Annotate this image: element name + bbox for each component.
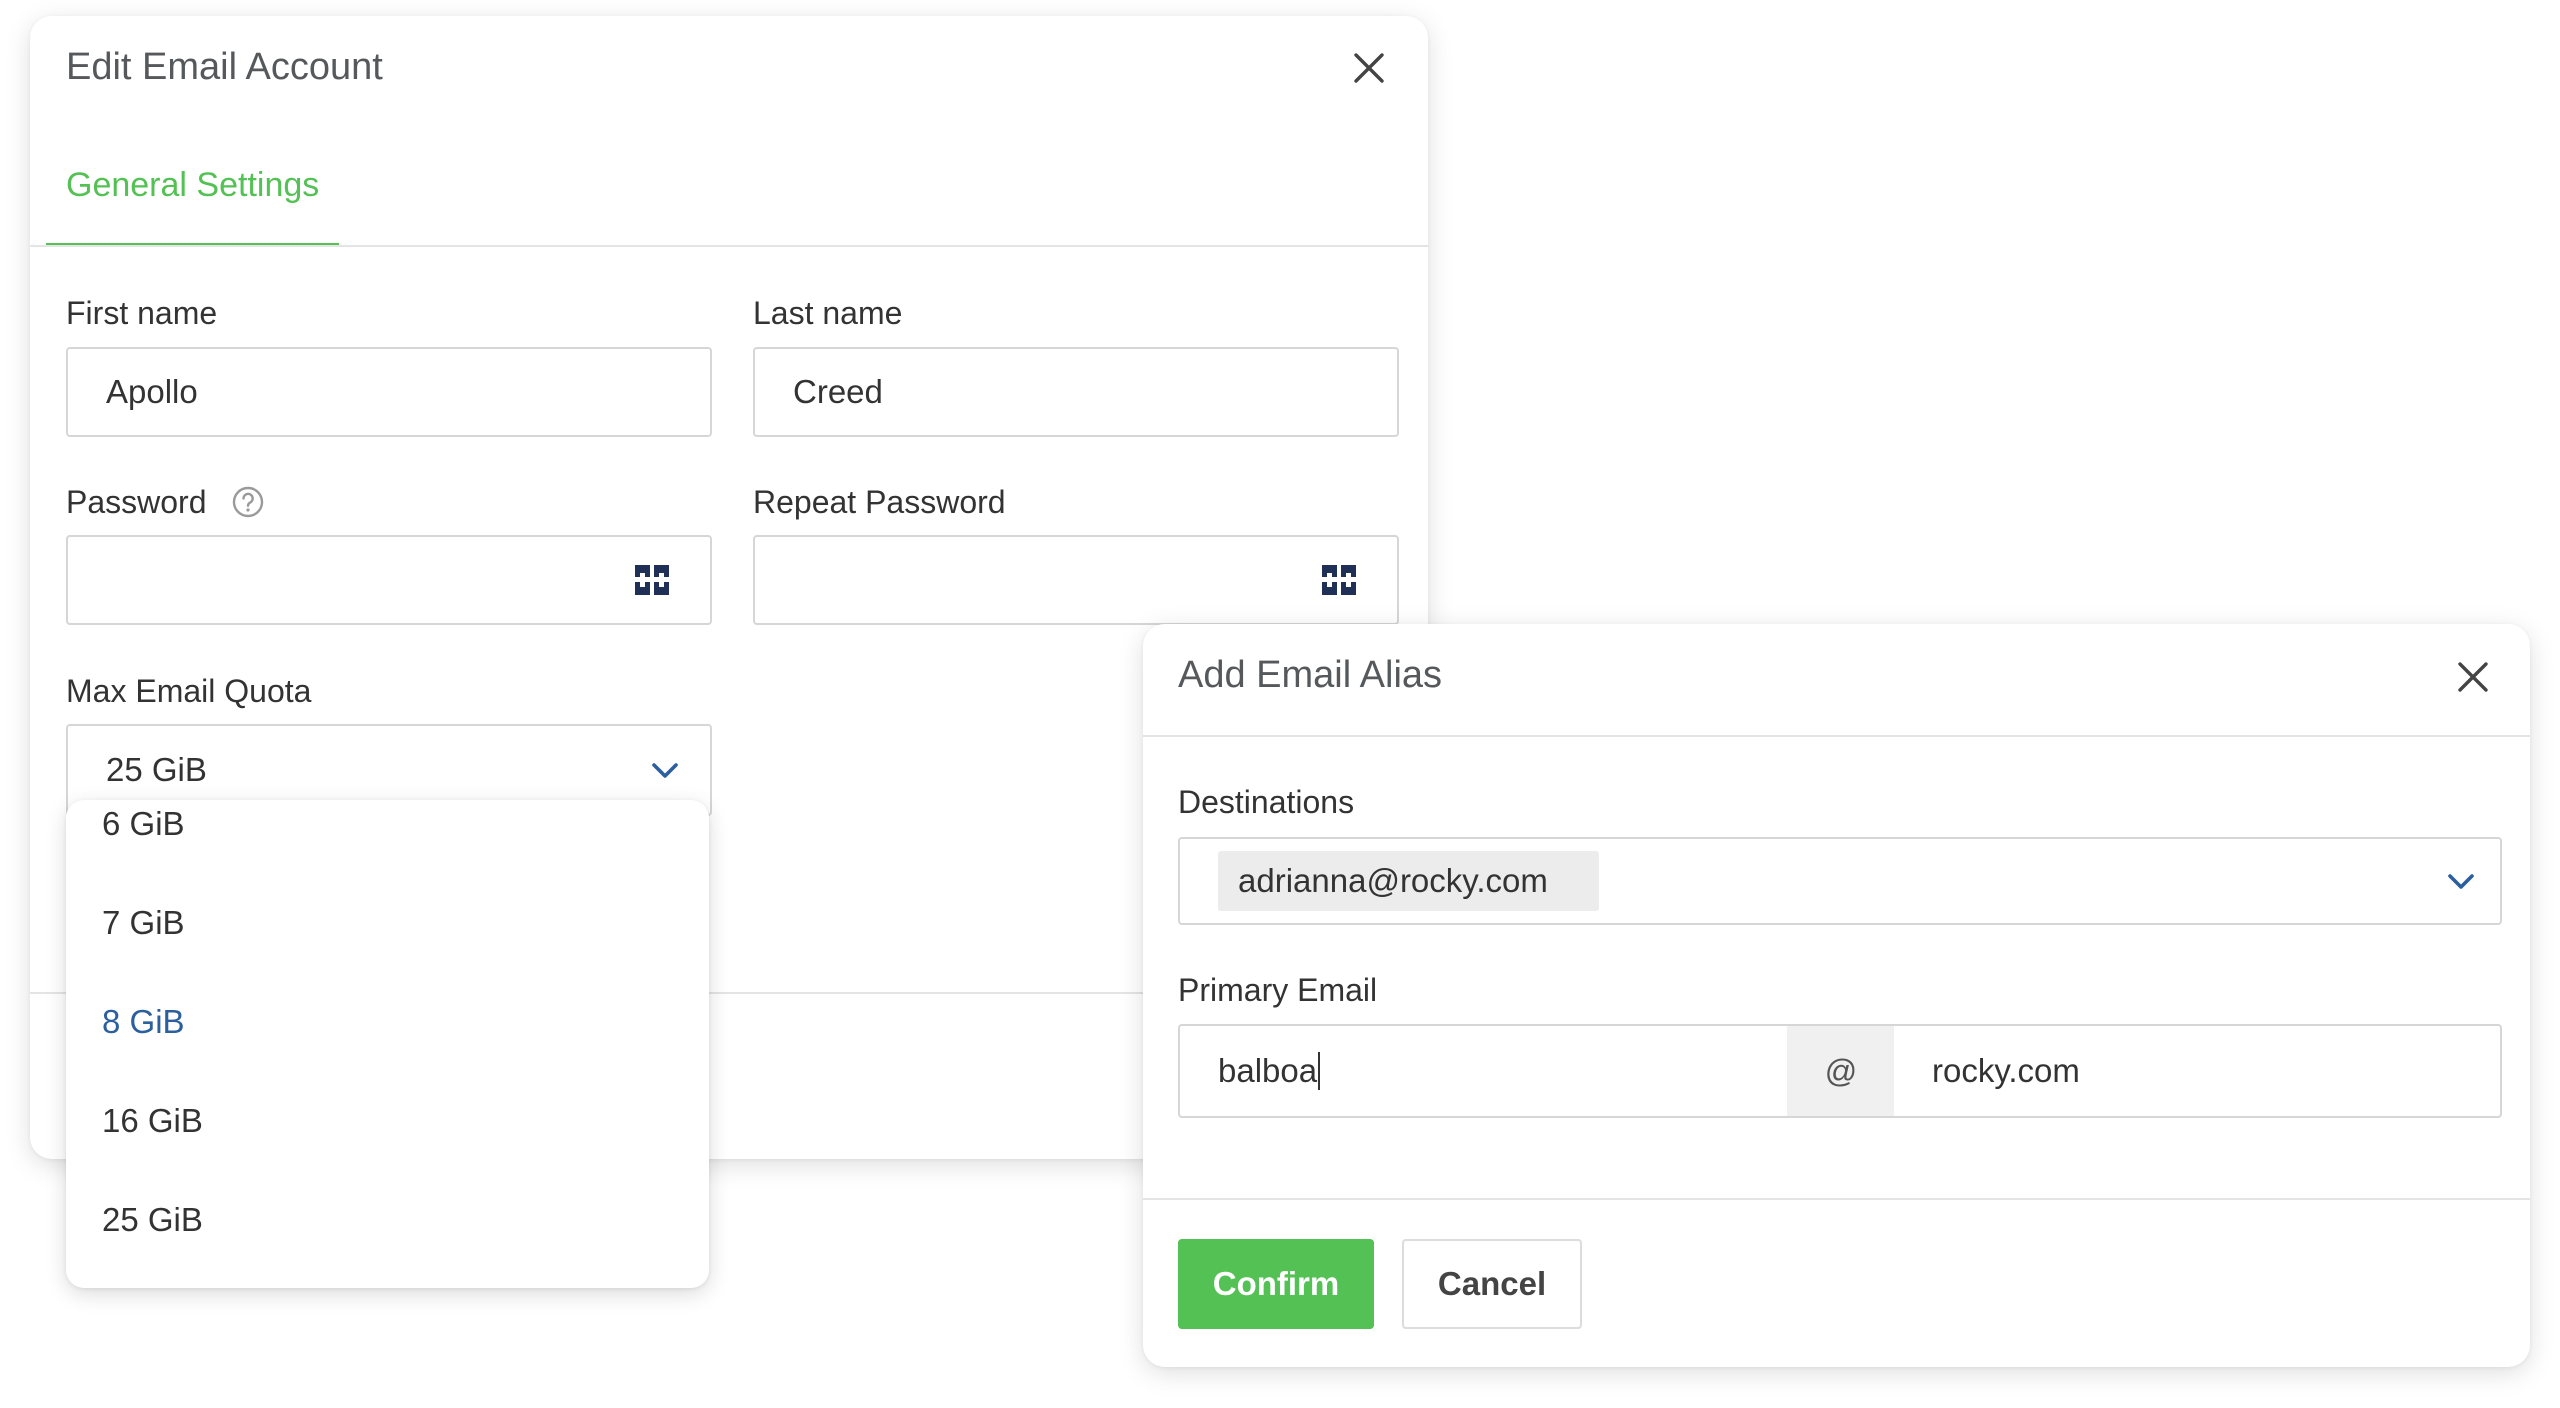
close-icon (2458, 662, 2488, 692)
max-email-quota-label: Max Email Quota (66, 673, 312, 709)
last-name-label: Last name (753, 295, 903, 331)
dropdown-option[interactable]: 25 GiB (66, 1170, 709, 1269)
close-dialog-button[interactable] (2448, 652, 2498, 702)
question-circle-icon (232, 486, 264, 518)
tabs-divider (30, 245, 1428, 247)
destinations-select[interactable]: adrianna@rocky.com (1178, 837, 2502, 925)
last-name-input[interactable] (753, 347, 1399, 437)
primary-email-label: Primary Email (1178, 972, 1378, 1008)
header-divider (1143, 735, 2530, 737)
password-label: Password (66, 484, 207, 520)
max-email-quota-value: 25 GiB (106, 751, 207, 788)
primary-email-domain-value: rocky.com (1932, 1052, 2080, 1089)
confirm-button[interactable]: Confirm (1178, 1239, 1374, 1329)
close-icon (1354, 53, 1384, 83)
chevron-down-icon (2448, 874, 2474, 889)
destination-tag-label: adrianna@rocky.com (1238, 862, 1548, 899)
at-symbol-addon: @ (1787, 1024, 1895, 1118)
add-email-alias-dialog: Add Email Alias Destinations adrianna@ro… (1143, 624, 2530, 1367)
footer-divider (1143, 1198, 2530, 1200)
text-cursor (1318, 1052, 1321, 1090)
primary-email-local-input[interactable]: balboa (1178, 1024, 1790, 1118)
dropdown-option[interactable]: 6 GiB (66, 800, 709, 873)
dialog-title: Edit Email Account (66, 46, 383, 88)
destinations-label: Destinations (1178, 784, 1355, 820)
dropdown-option[interactable]: 7 GiB (66, 873, 709, 972)
generate-password-button[interactable] (632, 560, 672, 600)
first-name-input[interactable] (66, 347, 712, 437)
max-email-quota-dropdown: 6 GiB 7 GiB 8 GiB 16 GiB 25 GiB (66, 800, 709, 1288)
dropdown-option-selected[interactable]: 8 GiB (66, 972, 709, 1071)
destination-tag[interactable]: adrianna@rocky.com (1218, 851, 1599, 911)
tab-general-settings[interactable]: General Settings (66, 166, 319, 205)
generate-repeat-password-button[interactable] (1319, 560, 1359, 600)
cancel-button[interactable]: Cancel (1402, 1239, 1582, 1329)
primary-email-domain-field[interactable]: rocky.com (1894, 1024, 2502, 1118)
dropdown-option[interactable]: 16 GiB (66, 1071, 709, 1170)
close-dialog-button[interactable] (1344, 43, 1394, 93)
repeat-password-label: Repeat Password (753, 484, 1006, 520)
password-generator-icon (635, 565, 669, 595)
password-input[interactable] (66, 535, 712, 625)
first-name-label: First name (66, 295, 218, 331)
help-button[interactable] (229, 483, 267, 521)
dialog-title: Add Email Alias (1178, 654, 1443, 696)
repeat-password-input[interactable] (753, 535, 1399, 625)
password-generator-icon (1322, 565, 1356, 595)
primary-email-local-value: balboa (1218, 1052, 1318, 1089)
chevron-down-icon (652, 763, 678, 778)
